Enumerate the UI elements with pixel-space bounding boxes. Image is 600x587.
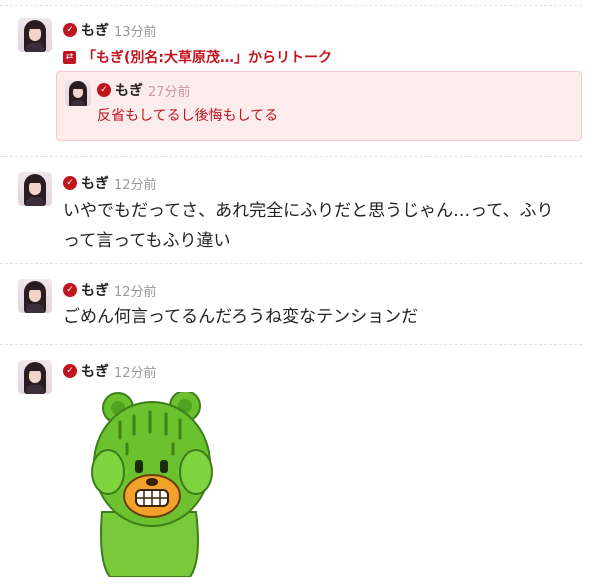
post-text-line: いやでもだってさ、あれ完全にふりだと思うじゃん…って、ふり [63, 201, 554, 221]
avatar[interactable] [18, 279, 52, 313]
timestamp[interactable]: 12分前 [114, 362, 157, 381]
green-bear-crying-sticker[interactable] [80, 392, 220, 577]
verified-check-icon: ✓ [63, 364, 77, 378]
verified-check-icon: ✓ [63, 176, 77, 190]
username[interactable]: もぎ [81, 280, 109, 300]
verified-check-icon: ✓ [63, 23, 77, 37]
retalk-label[interactable]: 「もぎ(別名:大草原茂…」からリトーク [82, 47, 332, 67]
post-text: いやでもだってさ、あれ完全にふりだと思うじゃん…って、ふり って言ってもふり違い [63, 196, 578, 256]
avatar[interactable] [18, 18, 52, 52]
username[interactable]: もぎ [81, 361, 109, 381]
post-text: ごめん何言ってるんだろうね変なテンションだ [63, 307, 419, 327]
retalk-icon: ⇄ [63, 50, 76, 64]
username[interactable]: もぎ [115, 80, 143, 100]
retalk-line[interactable]: ⇄ 「もぎ(別名:大草原茂…」からリトーク [63, 47, 332, 67]
quoted-post[interactable]: ✓ もぎ 27分前 反省もしてるし後悔もしてる [56, 71, 582, 141]
timestamp[interactable]: 27分前 [148, 81, 191, 100]
verified-check-icon: ✓ [97, 83, 111, 97]
verified-check-icon: ✓ [63, 283, 77, 297]
avatar[interactable] [65, 80, 91, 106]
avatar[interactable] [18, 172, 52, 206]
username[interactable]: もぎ [81, 173, 109, 193]
timestamp[interactable]: 12分前 [114, 174, 157, 193]
timestamp[interactable]: 12分前 [114, 281, 157, 300]
avatar[interactable] [18, 360, 52, 394]
username[interactable]: もぎ [81, 20, 109, 40]
top-divider [0, 5, 582, 6]
quoted-text: 反省もしてるし後悔もしてる [97, 108, 279, 124]
timestamp[interactable]: 13分前 [114, 21, 157, 40]
post-text-line: って言ってもふり違い [63, 231, 231, 251]
